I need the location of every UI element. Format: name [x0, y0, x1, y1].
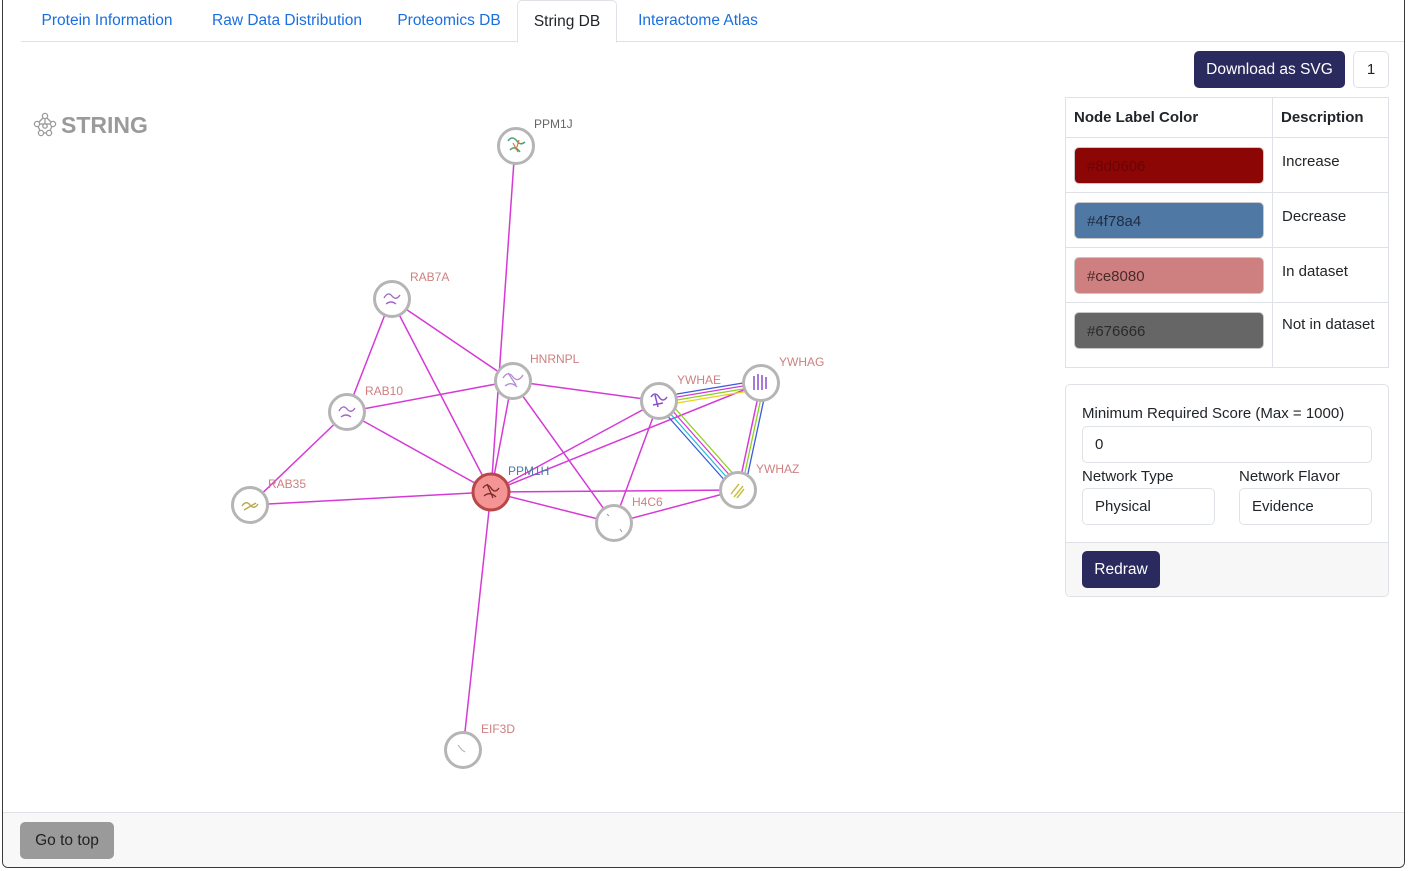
controls-footer: Redraw: [1066, 542, 1388, 596]
string-logo-icon: [33, 112, 57, 137]
legend-desc-increase: Increase: [1272, 137, 1389, 193]
edge-ppm1j-ppm1h: [490, 145, 516, 493]
node-ppm1j[interactable]: PPM1J: [497, 117, 573, 165]
network-nodes: PPM1J RAB7A HNRNPL RAB10 YWHAE YWHAG PPM…: [231, 117, 825, 769]
min-score-input[interactable]: 0: [1082, 426, 1372, 463]
string-network: STRING PPM1J RAB7A HNRNPL RAB10 YWHAE YW…: [33, 112, 825, 769]
node-h4c6[interactable]: H4C6: [595, 495, 664, 542]
node-label-rab35: RAB35: [268, 477, 306, 491]
legend-header-color: Node Label Color: [1065, 97, 1273, 138]
go-to-top-button[interactable]: Go to top: [20, 822, 114, 859]
network-flavor-input[interactable]: Evidence: [1239, 488, 1372, 525]
edge-rab7a-ppm1h: [390, 298, 492, 493]
network-controls-card: Minimum Required Score (Max = 1000) 0 Ne…: [1065, 384, 1389, 597]
network-type-input[interactable]: Physical: [1082, 488, 1215, 525]
node-label-rab10: RAB10: [365, 384, 403, 398]
redraw-button[interactable]: Redraw: [1082, 551, 1160, 588]
edge-ppm1h-ywhaz: [490, 489, 739, 493]
edge-rab10-ppm1h: [346, 411, 492, 493]
legend-header-description: Description: [1272, 97, 1389, 138]
edge-ppm1h-ywhae: [490, 400, 660, 493]
page-number[interactable]: 1: [1353, 51, 1389, 88]
node-rab35[interactable]: RAB35: [231, 477, 307, 524]
node-label-ywhag: YWHAG: [779, 355, 824, 369]
legend-desc-not-in-dataset: Not in dataset: [1272, 302, 1389, 368]
tab-protein-information[interactable]: Protein Information: [21, 0, 193, 42]
string-logo-text: STRING: [61, 112, 148, 138]
string-logo: STRING: [33, 112, 148, 138]
network-edges: [249, 145, 762, 751]
min-score-label: Minimum Required Score (Max = 1000): [1082, 405, 1345, 422]
edge-rab7a-hnrnpl: [390, 298, 513, 382]
node-eif3d[interactable]: EIF3D: [444, 722, 516, 769]
node-hnrnpl[interactable]: HNRNPL: [494, 352, 580, 400]
app-frame: Protein Information Raw Data Distributio…: [2, 0, 1405, 868]
tab-bar: Protein Information Raw Data Distributio…: [21, 0, 1404, 43]
network-type-label: Network Type: [1082, 468, 1174, 485]
legend-swatch-in-dataset: #ce8080: [1074, 257, 1264, 294]
tab-raw-data-distribution[interactable]: Raw Data Distribution: [193, 0, 381, 42]
node-ywhag[interactable]: YWHAG: [742, 355, 825, 402]
node-label-eif3d: EIF3D: [481, 722, 515, 736]
footer-bar: Go to top: [3, 812, 1404, 867]
node-label-ppm1h: PPM1H: [508, 464, 549, 478]
legend-desc-decrease: Decrease: [1272, 192, 1389, 248]
legend-desc-in-dataset: In dataset: [1272, 247, 1389, 303]
edge-rab10-rab35: [249, 411, 348, 506]
node-rab7a[interactable]: RAB7A: [373, 270, 450, 318]
tab-string-db[interactable]: String DB: [517, 0, 617, 43]
legend-swatch-not-in-dataset: #676666: [1074, 312, 1264, 349]
legend-table: Node Label Color Description #8d0606 Inc…: [1065, 97, 1389, 368]
node-ywhaz[interactable]: YWHAZ: [719, 462, 800, 509]
edge-hnrnpl-ywhae: [511, 380, 660, 402]
node-label-h4c6: H4C6: [632, 495, 663, 509]
node-label-ywhaz: YWHAZ: [756, 462, 799, 476]
edge-rab35-ppm1h: [249, 491, 492, 506]
node-label-ppm1j: PPM1J: [534, 117, 573, 131]
network-flavor-label: Network Flavor: [1239, 468, 1340, 485]
legend-swatch-decrease: #4f78a4: [1074, 202, 1264, 239]
node-label-ywhae: YWHAE: [677, 373, 721, 387]
node-label-hnrnpl: HNRNPL: [530, 352, 580, 366]
node-label-rab7a: RAB7A: [410, 270, 449, 284]
tab-interactome-atlas[interactable]: Interactome Atlas: [619, 0, 777, 42]
legend-swatch-increase: #8d0606: [1074, 147, 1264, 184]
download-svg-button[interactable]: Download as SVG: [1194, 51, 1345, 88]
tab-proteomics-db[interactable]: Proteomics DB: [381, 0, 517, 42]
edge-ppm1h-eif3d: [462, 491, 492, 751]
